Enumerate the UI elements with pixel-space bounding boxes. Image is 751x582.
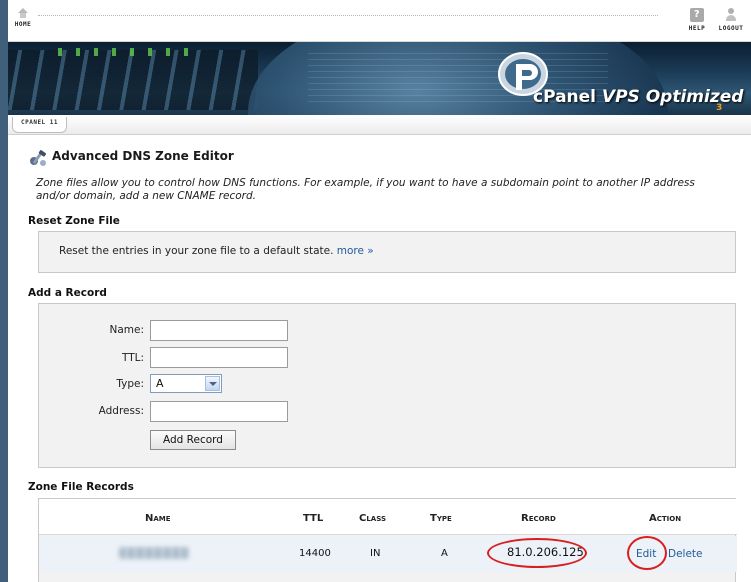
type-select-value: A — [156, 377, 164, 390]
ttl-label: TTL: — [121, 352, 144, 364]
user-icon — [724, 8, 738, 22]
brand-cpanel: cPanel — [533, 87, 597, 107]
breadcrumb-cpanel-link[interactable]: CPANEL 11 — [12, 117, 68, 133]
header-banner: cPanel VPS Optimized 3 — [8, 42, 751, 115]
column-header-ttl: TTL — [303, 513, 324, 524]
cpanel-window: HOME ? HELP LOGOUT cPanel VPS Optimized … — [8, 0, 751, 582]
home-label: HOME — [14, 21, 32, 28]
name-input[interactable] — [150, 320, 288, 341]
breadcrumb: CPANEL 11 — [8, 115, 751, 135]
type-select[interactable]: A — [150, 374, 222, 393]
home-button[interactable]: HOME — [10, 8, 36, 28]
brand-title: cPanel VPS Optimized — [533, 87, 743, 107]
logout-button[interactable]: LOGOUT — [714, 8, 748, 32]
brand-version: 3 — [716, 103, 723, 113]
add-record-button[interactable]: Add Record — [150, 430, 236, 450]
help-label: HELP — [688, 25, 706, 32]
record-name-redacted — [119, 547, 189, 559]
ttl-input[interactable] — [150, 347, 288, 368]
home-icon — [18, 8, 28, 18]
delete-record-link[interactable]: Delete — [668, 548, 703, 560]
network-cables-image — [8, 50, 258, 110]
name-label: Name: — [109, 324, 144, 336]
column-header-type: Type — [430, 513, 452, 524]
record-value: 81.0.206.125 — [507, 545, 584, 559]
record-class: IN — [370, 548, 381, 559]
page-title: Advanced DNS Zone Editor — [52, 149, 234, 163]
chevron-down-icon[interactable] — [205, 376, 220, 391]
column-header-class: Class — [359, 513, 386, 524]
reset-zone-more-link[interactable]: more » — [337, 245, 374, 257]
zone-records-table: Name TTL Class Type Record Action 14400 … — [38, 498, 737, 582]
top-toolbar: HOME ? HELP LOGOUT — [8, 0, 751, 42]
column-header-action: Action — [649, 513, 682, 524]
page-description: Zone files allow you to control how DNS … — [36, 177, 695, 202]
add-record-panel: Name: TTL: Type: A Address: Add Record — [38, 303, 736, 468]
help-button[interactable]: ? HELP — [682, 8, 712, 32]
address-input[interactable] — [150, 401, 288, 422]
column-header-record: Record — [521, 513, 556, 524]
help-icon: ? — [690, 8, 704, 22]
record-type: A — [441, 548, 448, 559]
toolbar-divider — [38, 15, 658, 17]
address-label: Address: — [98, 405, 144, 417]
table-header-row: Name TTL Class Type Record Action — [39, 499, 737, 535]
switch-lights-image — [58, 48, 198, 56]
table-row: 14400 IN A 81.0.206.125 Edit Delete — [39, 536, 737, 572]
reset-zone-description: Reset the entries in your zone file to a… — [59, 245, 337, 257]
column-header-name: Name — [145, 513, 171, 524]
add-record-heading: Add a Record — [28, 287, 107, 299]
zone-records-heading: Zone File Records — [28, 481, 134, 493]
reset-zone-text: Reset the entries in your zone file to a… — [59, 245, 374, 257]
main-content: Advanced DNS Zone Editor Zone files allo… — [8, 135, 751, 582]
reset-zone-heading: Reset Zone File — [28, 215, 120, 227]
logout-label: LOGOUT — [718, 25, 744, 32]
edit-record-link[interactable]: Edit — [636, 548, 656, 560]
record-ttl: 14400 — [299, 548, 331, 559]
dns-tools-icon — [30, 150, 47, 166]
type-label: Type: — [116, 378, 144, 390]
reset-zone-panel: Reset the entries in your zone file to a… — [38, 231, 736, 273]
